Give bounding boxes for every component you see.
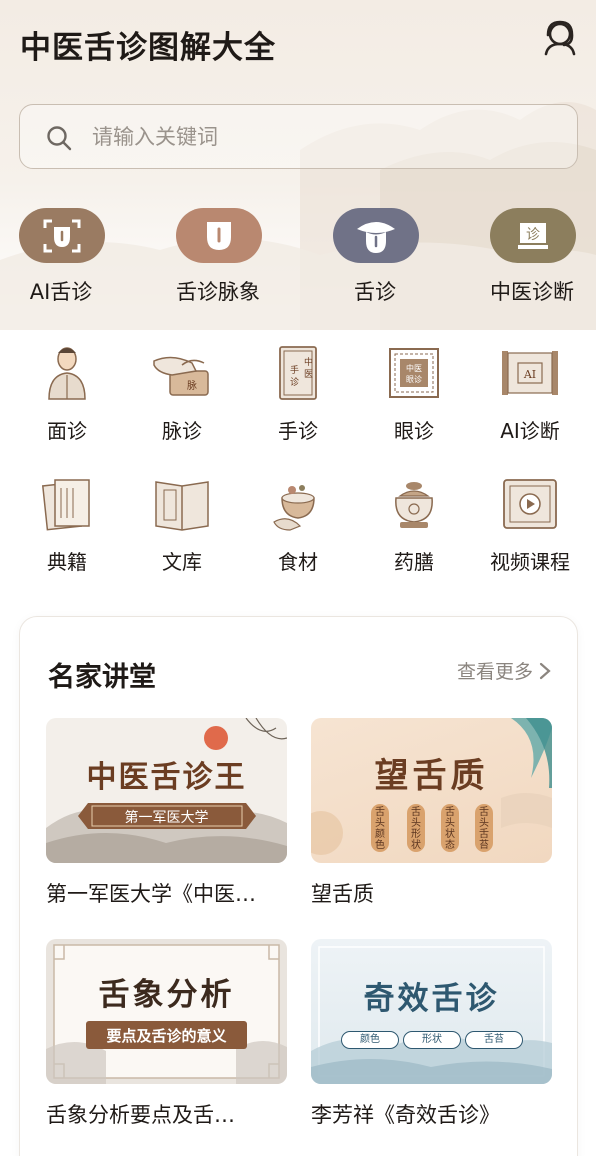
thumbnail-tag: 舌头状态 — [441, 804, 459, 852]
section-title: 名家讲堂 — [48, 662, 156, 693]
course-title: 李芳祥《奇效舌诊》 — [311, 1103, 500, 1127]
grid-item-label: 手诊 — [278, 419, 318, 443]
library-book-icon — [155, 481, 209, 531]
svg-text:中医: 中医 — [406, 363, 422, 373]
top-category-tongue-pulse[interactable]: 舌诊脉象 — [148, 208, 288, 308]
course-card[interactable]: 中医舌诊王 第一军医大学 第一军医大学《中医… — [46, 718, 287, 918]
course-title: 第一军医大学《中医… — [46, 882, 256, 906]
pulse-diagnosis-icon: 脉 — [153, 356, 209, 396]
course-card[interactable]: 舌象分析 要点及舌诊的意义 舌象分析要点及舌… — [46, 939, 287, 1139]
top-category-tongue[interactable]: 舌诊 — [305, 208, 445, 308]
eye-diagnosis-icon: 中医 眼诊 — [389, 348, 439, 398]
course-thumbnail: 奇效舌诊 颜色 形状 舌苔 — [311, 939, 552, 1084]
ai-tongue-scan-icon — [19, 208, 105, 263]
thumbnail-tag: 形状 — [403, 1031, 461, 1049]
thumbnail-title: 奇效舌诊 — [363, 981, 500, 1017]
famous-lectures-section: 名家讲堂 查看更多 中医舌诊王 第一军医大学 第一军医大学《中医… 望舌质 舌头… — [19, 616, 578, 1156]
course-card[interactable]: 奇效舌诊 颜色 形状 舌苔 李芳祥《奇效舌诊》 — [311, 939, 552, 1139]
grid-item-label: 眼诊 — [394, 419, 434, 443]
svg-text:中: 中 — [304, 356, 313, 368]
face-diagnosis-icon — [48, 347, 86, 400]
svg-text:AI: AI — [523, 368, 536, 381]
grid-item-face-diagnosis[interactable]: 面诊 — [8, 343, 126, 453]
grid-item-label: 典籍 — [47, 550, 87, 574]
top-category-label: AI舌诊 — [29, 280, 93, 304]
grid-item-label: 文库 — [162, 550, 202, 574]
grid-item-pulse-diagnosis[interactable]: 脉 脉诊 — [123, 343, 241, 453]
grid-item-medicinal-diet[interactable]: 药膳 — [355, 474, 473, 584]
thumbnail-title: 中医舌诊王 — [86, 760, 247, 795]
thumbnail-tag: 舌头形状 — [407, 804, 425, 852]
svg-text:手: 手 — [290, 364, 299, 376]
mouth-tongue-icon — [333, 208, 419, 263]
grid-item-label: 面诊 — [47, 419, 87, 443]
grid-item-eye-diagnosis[interactable]: 中医 眼诊 眼诊 — [355, 343, 473, 453]
svg-text:眼诊: 眼诊 — [406, 374, 422, 384]
svg-text:医: 医 — [304, 369, 313, 380]
video-course-icon — [503, 479, 557, 529]
svg-text:诊: 诊 — [290, 376, 299, 388]
see-more-link[interactable]: 查看更多 — [457, 657, 551, 684]
course-thumbnail: 中医舌诊王 第一军医大学 — [46, 718, 287, 863]
grid-item-video-course[interactable]: 视频课程 — [471, 474, 589, 584]
course-card[interactable]: 望舌质 舌头颜色 舌头形状 舌头状态 舌头舌苔 望舌质 — [311, 718, 552, 918]
top-category-label: 舌诊脉象 — [176, 280, 260, 304]
chevron-right-icon — [539, 662, 551, 679]
top-category-tcm-diagnosis[interactable]: 诊 中医诊断 — [462, 208, 596, 308]
thumbnail-tag: 舌头舌苔 — [475, 804, 493, 852]
top-category-ai-tongue[interactable]: AI舌诊 — [0, 208, 131, 308]
grid-item-label: 视频课程 — [490, 550, 570, 574]
grid-item-ai-diagnosis[interactable]: AI AI诊断 — [471, 343, 589, 453]
thumbnail-subtitle: 第一军医大学 — [124, 810, 209, 826]
hand-diagnosis-book-icon: 中 医 手 诊 — [279, 346, 317, 400]
search-input[interactable] — [92, 117, 552, 157]
course-thumbnail: 舌象分析 要点及舌诊的意义 — [46, 939, 287, 1084]
profile-button[interactable] — [540, 18, 580, 58]
grid-item-label: 脉诊 — [162, 419, 202, 443]
grid-item-label: AI诊断 — [500, 419, 560, 443]
ingredients-icon — [273, 485, 315, 531]
classics-books-icon — [41, 479, 90, 531]
user-icon — [544, 20, 576, 56]
app-header: 中医舌诊图解大全 — [0, 0, 596, 90]
grid-item-label: 药膳 — [394, 550, 434, 574]
ai-diagnosis-scroll-icon: AI — [502, 351, 558, 395]
svg-text:脉: 脉 — [187, 379, 197, 392]
thumbnail-title: 舌象分析 — [98, 977, 235, 1013]
see-more-label: 查看更多 — [456, 661, 533, 683]
thumbnail-subtitle: 要点及舌诊的意义 — [106, 1027, 227, 1045]
search-bar[interactable] — [19, 104, 578, 169]
app-title: 中医舌诊图解大全 — [20, 30, 276, 66]
thumbnail-tag: 舌头颜色 — [371, 804, 389, 852]
svg-text:诊: 诊 — [526, 227, 540, 243]
tongue-icon — [176, 208, 262, 263]
diagnosis-book-icon: 诊 — [490, 208, 576, 263]
medicinal-diet-pot-icon — [395, 482, 433, 528]
thumbnail-tag: 颜色 — [341, 1031, 399, 1049]
thumbnail-tag: 舌苔 — [465, 1031, 523, 1049]
thumbnail-title: 望舌质 — [374, 756, 489, 796]
course-thumbnail: 望舌质 舌头颜色 舌头形状 舌头状态 舌头舌苔 — [311, 718, 552, 863]
search-icon — [47, 126, 72, 151]
grid-item-ingredients[interactable]: 食材 — [239, 474, 357, 584]
course-title: 舌象分析要点及舌… — [46, 1103, 235, 1127]
top-category-label: 舌诊 — [354, 280, 396, 304]
grid-item-library[interactable]: 文库 — [123, 474, 241, 584]
course-title: 望舌质 — [311, 882, 374, 906]
grid-item-hand-diagnosis[interactable]: 中 医 手 诊 手诊 — [239, 343, 357, 453]
top-category-label: 中医诊断 — [490, 280, 574, 304]
grid-item-label: 食材 — [278, 550, 318, 574]
grid-item-classics[interactable]: 典籍 — [8, 474, 126, 584]
